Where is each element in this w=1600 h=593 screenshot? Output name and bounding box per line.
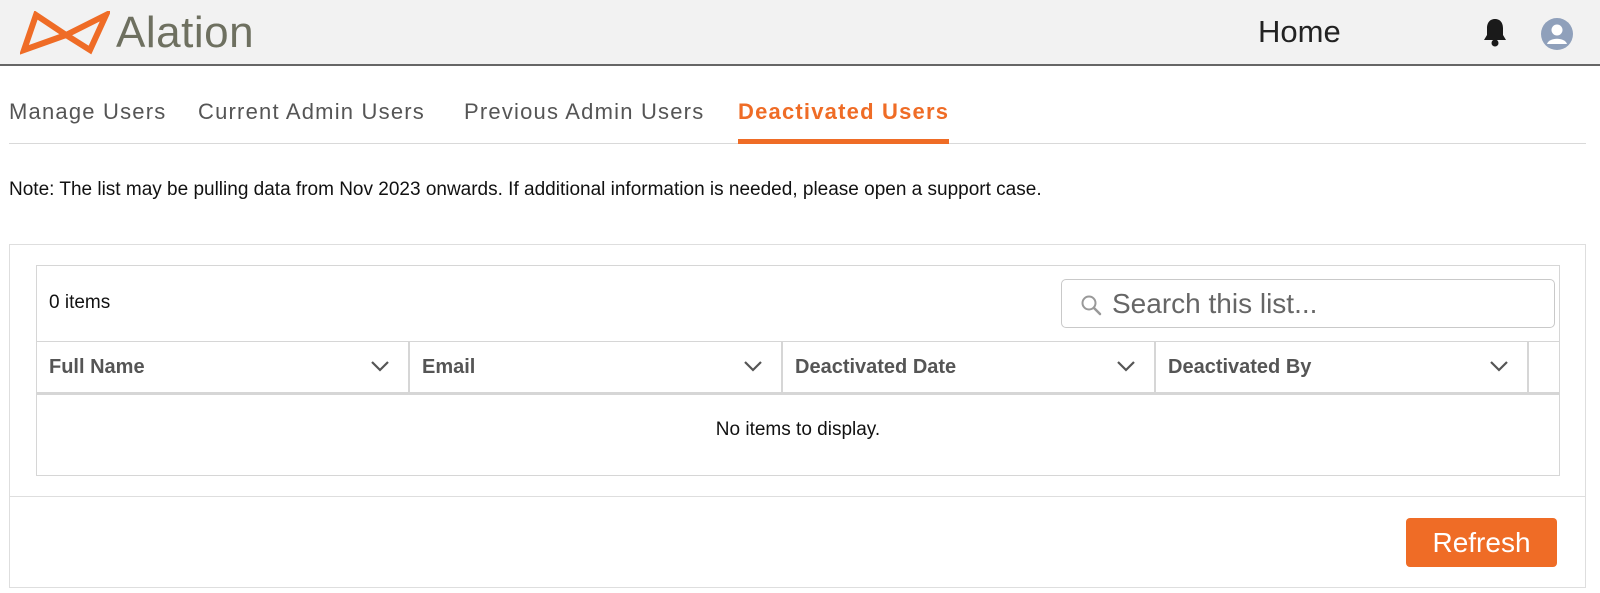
chevron-down-icon[interactable]: [743, 359, 763, 373]
column-header-email[interactable]: Email: [410, 342, 783, 393]
chevron-down-icon[interactable]: [1116, 359, 1136, 373]
deactivated-users-panel: 0 items Full Name Email Deactivated Date: [9, 244, 1586, 588]
page-title: Home: [1258, 14, 1341, 49]
chevron-down-icon[interactable]: [370, 359, 390, 373]
brand-name: Alation: [116, 8, 255, 57]
refresh-button[interactable]: Refresh: [1406, 518, 1557, 567]
column-label: Deactivated Date: [795, 356, 957, 378]
table-header: Full Name Email Deactivated Date Deactiv…: [37, 341, 1559, 395]
search-icon: [1081, 295, 1102, 316]
user-avatar-icon[interactable]: [1541, 18, 1573, 50]
search-input[interactable]: [1112, 286, 1542, 322]
tab-previous-admin-users[interactable]: Previous Admin Users: [464, 92, 704, 143]
tab-deactivated-users[interactable]: Deactivated Users: [738, 92, 950, 144]
search-box[interactable]: [1061, 279, 1555, 328]
column-header-deactivated-by[interactable]: Deactivated By: [1156, 342, 1529, 393]
chevron-down-icon[interactable]: [1489, 359, 1509, 373]
column-header-deactivated-date[interactable]: Deactivated Date: [783, 342, 1156, 393]
alation-logo-icon: [20, 11, 110, 55]
tab-manage-users[interactable]: Manage Users: [9, 92, 166, 143]
bell-icon[interactable]: [1480, 16, 1510, 48]
data-range-note: Note: The list may be pulling data from …: [9, 179, 1042, 200]
column-label: Email: [422, 356, 476, 378]
user-tabs: Manage Users Current Admin Users Previou…: [9, 92, 1586, 144]
empty-state-message: No items to display.: [715, 419, 881, 440]
column-label: Full Name: [49, 356, 145, 378]
alation-logo[interactable]: Alation: [20, 10, 254, 56]
users-list: 0 items Full Name Email Deactivated Date: [36, 265, 1560, 476]
tab-current-admin-users[interactable]: Current Admin Users: [198, 92, 425, 143]
footer-divider: [10, 496, 1585, 497]
item-count: 0 items: [49, 292, 111, 313]
column-header-full-name[interactable]: Full Name: [37, 342, 410, 393]
column-label: Deactivated By: [1168, 356, 1312, 378]
top-navigation-bar: Alation Home: [0, 0, 1600, 66]
